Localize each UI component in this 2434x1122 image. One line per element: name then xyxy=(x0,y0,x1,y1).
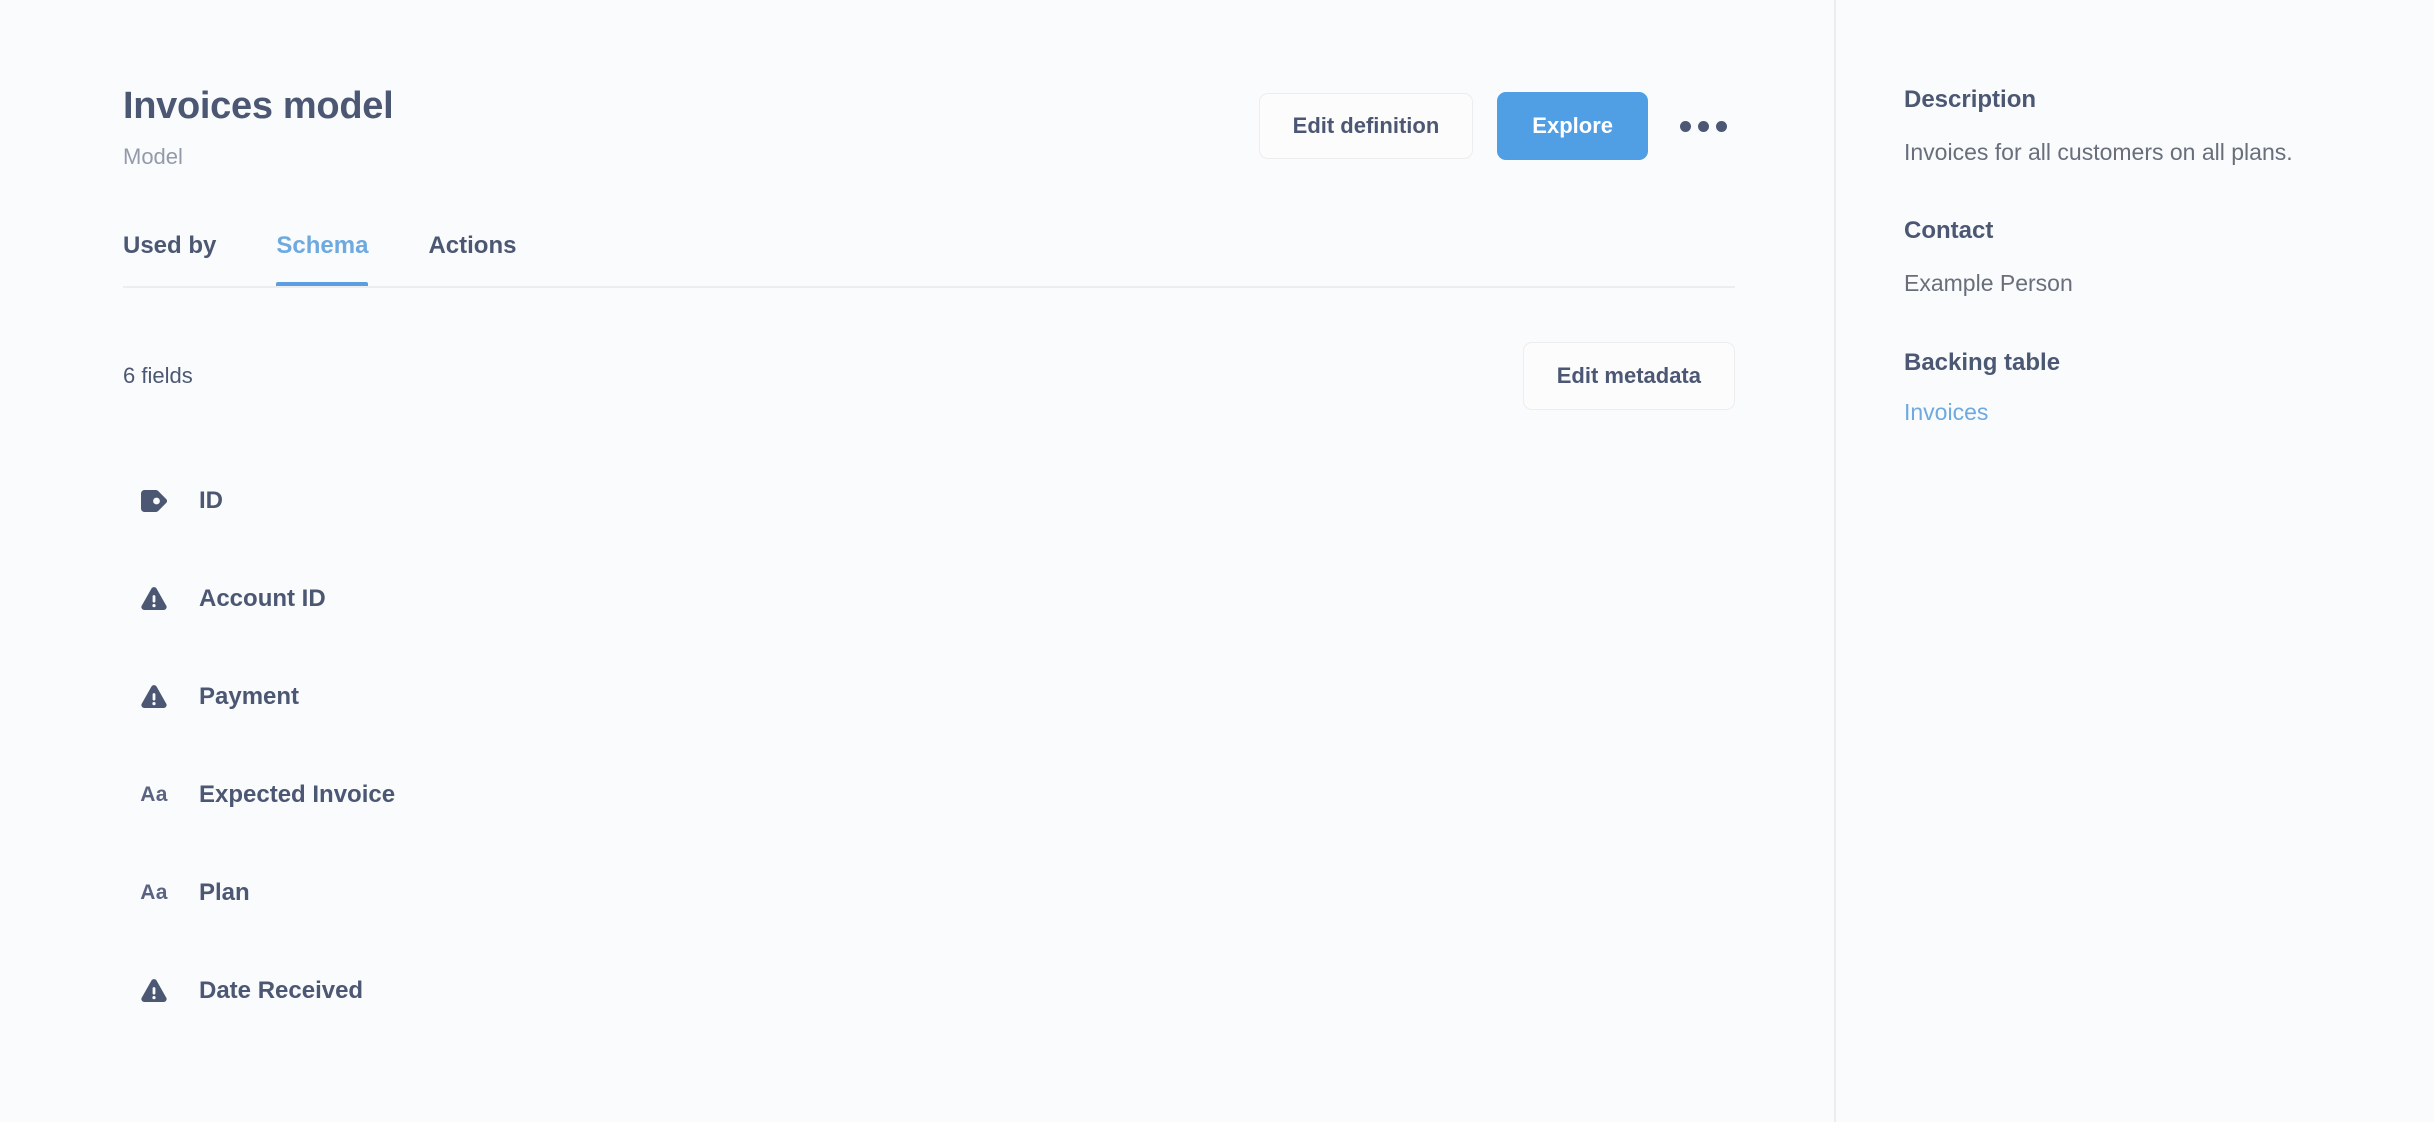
fields-toolbar: 6 fields Edit metadata xyxy=(123,341,1735,410)
header-actions: Edit definition Explore xyxy=(1258,86,1735,160)
field-list: ID Account ID Payment Aa Expected Invoic… xyxy=(123,452,1735,1040)
page-header: Invoices model Model Edit definition Exp… xyxy=(123,85,1735,170)
description-heading: Description xyxy=(1904,86,2037,113)
tab-bar: Used by Schema Actions xyxy=(123,232,1735,288)
model-detail-page: Invoices model Model Edit definition Exp… xyxy=(0,0,2434,1122)
field-row[interactable]: Account ID xyxy=(123,550,1735,648)
edit-definition-button[interactable]: Edit definition xyxy=(1258,93,1474,159)
field-label: Payment xyxy=(199,682,300,710)
fields-count-label: 6 fields xyxy=(123,362,193,388)
ellipsis-icon xyxy=(1680,120,1691,132)
warning-triangle-icon xyxy=(123,586,185,612)
main-content: Invoices model Model Edit definition Exp… xyxy=(0,0,1834,1122)
description-section: Description Invoices for all customers o… xyxy=(1904,86,2374,169)
field-label: ID xyxy=(199,486,223,514)
contact-text: Example Person xyxy=(1904,270,2073,297)
backing-table-link[interactable]: Invoices xyxy=(1904,399,1988,426)
edit-metadata-button[interactable]: Edit metadata xyxy=(1522,341,1735,410)
contact-heading: Contact xyxy=(1904,217,1994,245)
tag-icon xyxy=(123,489,185,513)
description-text: Invoices for all customers on all plans. xyxy=(1904,139,2293,165)
tab-used-by[interactable]: Used by xyxy=(123,232,216,288)
field-label: Expected Invoice xyxy=(199,780,396,808)
backing-table-section: Backing table Invoices xyxy=(1904,349,2374,426)
field-label: Account ID xyxy=(199,584,326,612)
field-row[interactable]: Aa Expected Invoice xyxy=(123,746,1735,844)
tab-schema[interactable]: Schema xyxy=(276,232,369,288)
warning-triangle-icon xyxy=(123,978,185,1004)
text-aa-icon: Aa xyxy=(140,782,168,806)
backing-table-heading: Backing table xyxy=(1904,348,2061,376)
contact-section: Contact Example Person xyxy=(1904,217,2374,300)
ellipsis-icon xyxy=(1716,120,1727,132)
field-row[interactable]: Aa Plan xyxy=(123,844,1735,942)
tab-actions[interactable]: Actions xyxy=(428,232,516,288)
field-row[interactable]: Payment xyxy=(123,648,1735,746)
text-aa-icon: Aa xyxy=(140,880,168,904)
more-options-button[interactable] xyxy=(1672,111,1735,142)
field-label: Date Received xyxy=(199,976,364,1004)
page-title: Invoices model xyxy=(123,85,394,127)
tab-bar-divider xyxy=(123,285,1735,288)
explore-button[interactable]: Explore xyxy=(1497,92,1648,160)
title-block: Invoices model Model xyxy=(123,85,394,170)
field-row[interactable]: Date Received xyxy=(123,942,1735,1040)
ellipsis-icon xyxy=(1698,120,1709,132)
field-label: Plan xyxy=(199,878,250,906)
warning-triangle-icon xyxy=(123,684,185,710)
info-sidebar: Description Invoices for all customers o… xyxy=(1834,0,2434,1122)
page-subtitle: Model xyxy=(123,143,183,169)
sidebar-divider xyxy=(1834,0,1836,1122)
field-row[interactable]: ID xyxy=(123,452,1735,550)
